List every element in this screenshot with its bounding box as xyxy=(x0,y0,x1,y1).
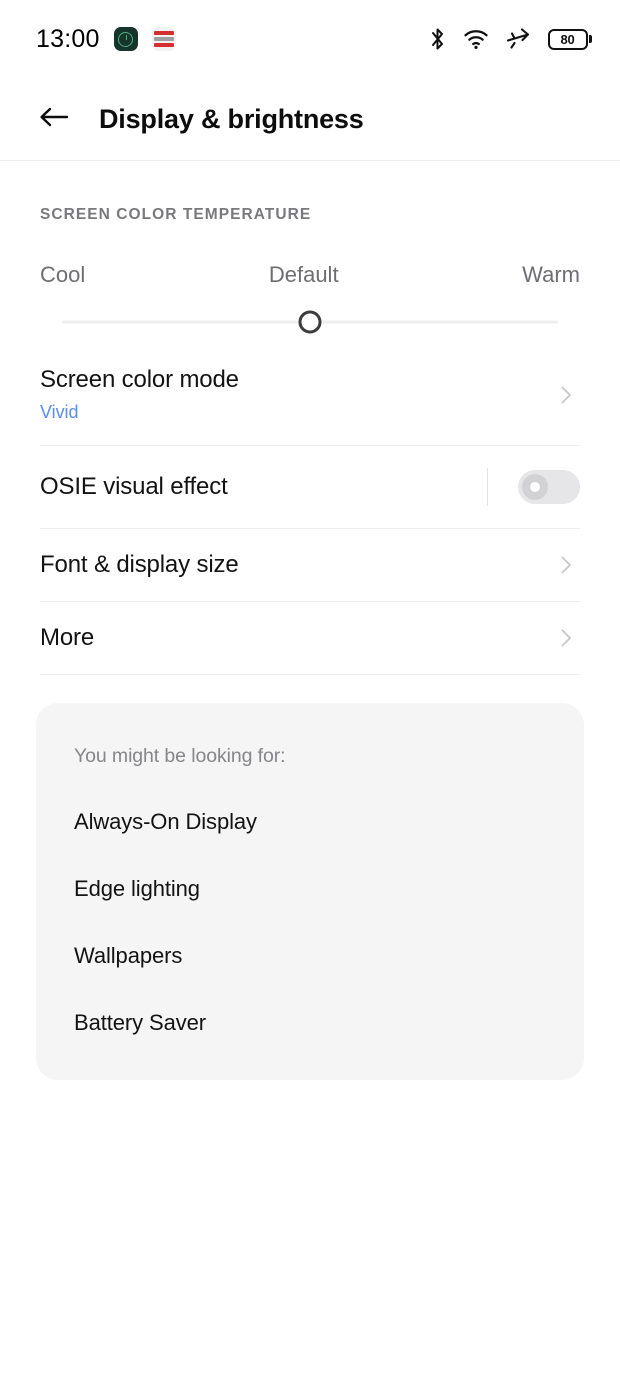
toggle-area xyxy=(487,468,580,506)
suggestion-item-edge-lighting[interactable]: Edge lighting xyxy=(36,876,584,902)
slider-thumb[interactable] xyxy=(298,310,322,334)
suggestion-item-wallpapers[interactable]: Wallpapers xyxy=(36,943,584,969)
status-bar-left: 13:00 xyxy=(36,25,176,54)
osie-visual-effect-toggle[interactable] xyxy=(518,470,580,504)
section-label-screen-color-temperature: SCREEN COLOR TEMPERATURE xyxy=(40,206,312,223)
row-divider xyxy=(40,674,580,675)
battery-icon: 80 xyxy=(547,28,592,50)
status-bar-right: 80 xyxy=(429,27,592,51)
suggestions-card: You might be looking for: Always-On Disp… xyxy=(36,703,584,1080)
bluetooth-icon xyxy=(429,27,446,51)
row-texts: More xyxy=(40,624,556,652)
row-title: More xyxy=(40,624,95,651)
chevron-right-icon xyxy=(556,385,576,405)
suggestion-item-always-on-display[interactable]: Always-On Display xyxy=(36,809,584,835)
row-title: Font & display size xyxy=(40,551,239,578)
settings-content: SCREEN COLOR TEMPERATURE Cool Default Wa… xyxy=(0,161,620,1080)
page-title: Display & brightness xyxy=(99,103,364,134)
row-texts: Font & display size xyxy=(40,551,556,579)
suggestion-item-battery-saver[interactable]: Battery Saver xyxy=(36,1010,584,1036)
app-header: Display & brightness xyxy=(0,78,620,161)
back-arrow-icon xyxy=(39,106,69,133)
row-texts: Screen color mode Vivid xyxy=(40,366,556,423)
back-button[interactable] xyxy=(36,101,72,137)
settings-row-more[interactable]: More xyxy=(40,602,580,674)
row-title: OSIE visual effect xyxy=(40,473,228,500)
battery-level-text: 80 xyxy=(560,31,575,47)
row-subtitle-value: Vivid xyxy=(40,402,79,422)
temperature-scale-labels: Cool Default Warm xyxy=(40,262,580,288)
row-texts: OSIE visual effect xyxy=(40,473,487,501)
toggle-knob xyxy=(522,474,548,500)
status-bar: 13:00 80 xyxy=(0,0,620,78)
suggestions-card-heading: You might be looking for: xyxy=(74,745,286,767)
settings-row-screen-color-mode[interactable]: Screen color mode Vivid xyxy=(40,344,580,445)
clock-app-icon xyxy=(113,27,138,51)
settings-row-osie-visual-effect[interactable]: OSIE visual effect xyxy=(40,446,580,528)
temperature-label-cool: Cool xyxy=(40,262,86,287)
temperature-label-warm: Warm xyxy=(522,262,580,287)
settings-row-font-and-display-size[interactable]: Font & display size xyxy=(40,529,580,601)
status-bar-clock: 13:00 xyxy=(36,24,100,53)
chevron-right-icon xyxy=(556,628,576,648)
airplane-mode-icon xyxy=(506,27,531,51)
red-app-icon xyxy=(151,27,176,51)
chevron-right-icon xyxy=(556,555,576,575)
screen-color-temperature-block: Cool Default Warm xyxy=(0,262,620,344)
wifi-icon xyxy=(463,28,489,50)
screen-color-temperature-slider[interactable] xyxy=(40,300,580,344)
temperature-label-default: Default xyxy=(268,262,339,287)
row-title: Screen color mode xyxy=(40,366,239,393)
vertical-divider xyxy=(487,468,488,506)
